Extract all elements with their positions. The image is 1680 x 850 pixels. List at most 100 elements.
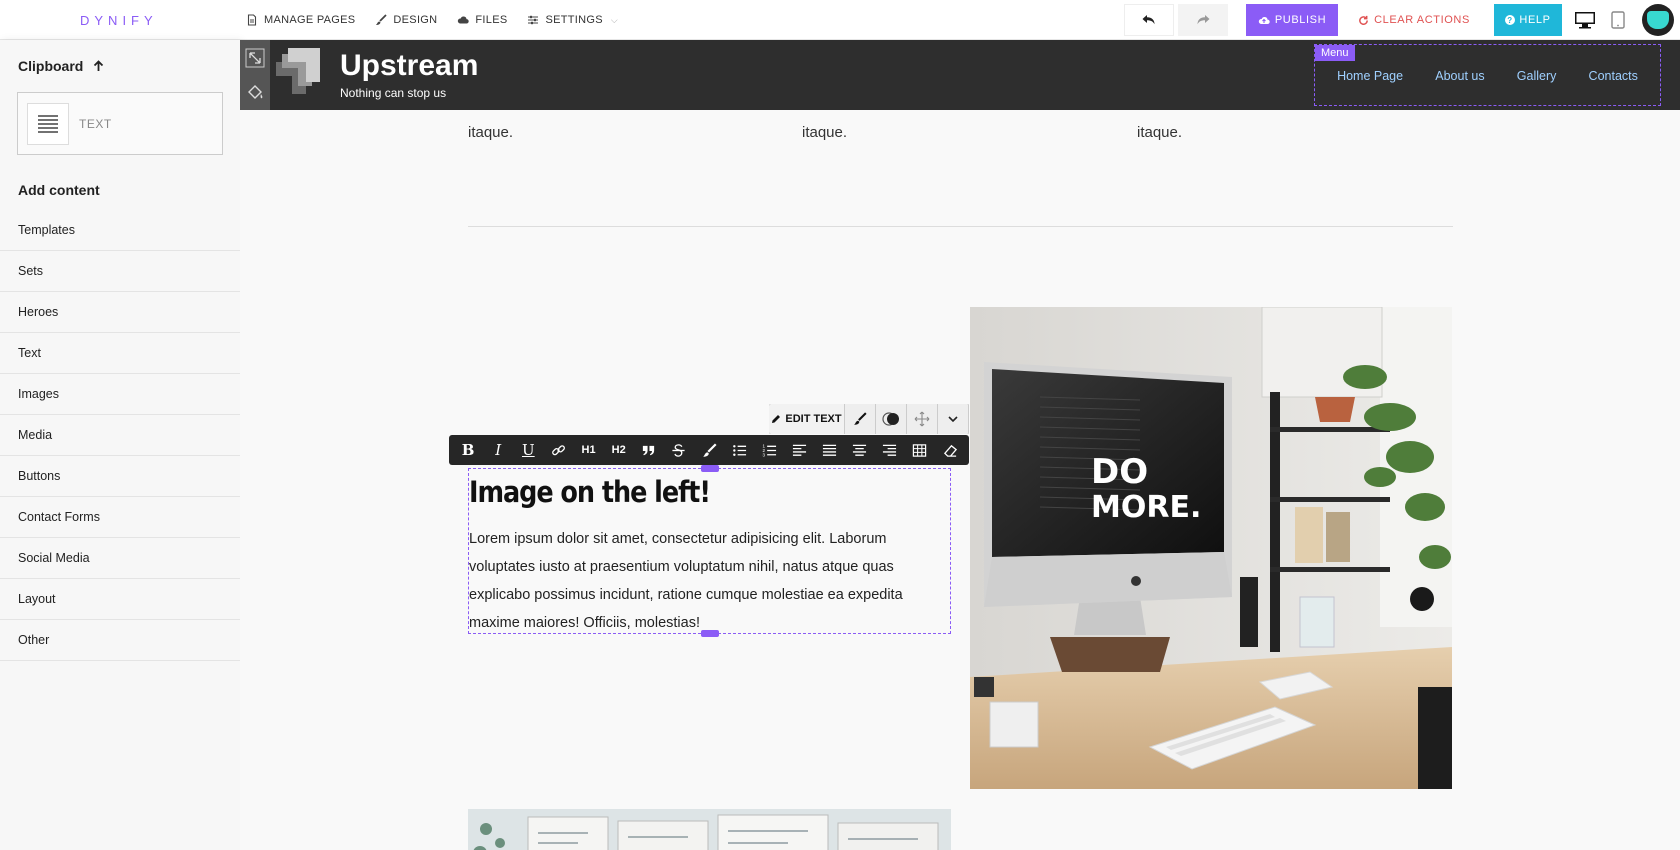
- link-button[interactable]: [543, 435, 573, 465]
- italic-icon: I: [495, 441, 502, 459]
- menu-link-about[interactable]: About us: [1435, 69, 1484, 83]
- sidebar-item-templates[interactable]: Templates: [0, 210, 240, 251]
- italic-button[interactable]: I: [483, 435, 513, 465]
- clipboard-item-text[interactable]: TEXT: [17, 92, 223, 155]
- app-brand[interactable]: DYNIFY: [80, 13, 158, 28]
- svg-text:?: ?: [1508, 16, 1514, 25]
- redo-button[interactable]: [1178, 4, 1228, 36]
- sidebar-item-sets[interactable]: Sets: [0, 251, 240, 292]
- menu-link-contacts[interactable]: Contacts: [1589, 69, 1638, 83]
- design-button[interactable]: DESIGN: [375, 14, 437, 26]
- site-logo: [276, 48, 320, 94]
- chevron-down-icon: ⌵: [610, 14, 619, 25]
- strikethrough-button[interactable]: [664, 435, 694, 465]
- more-options-button[interactable]: [938, 404, 969, 434]
- publish-button[interactable]: PUBLISH: [1246, 4, 1338, 36]
- column-text-2[interactable]: itaque.: [802, 124, 847, 141]
- bold-icon: B: [461, 441, 475, 459]
- column-text-3[interactable]: itaque.: [1137, 124, 1182, 141]
- site-title[interactable]: Upstream: [340, 49, 478, 83]
- menu-block[interactable]: Menu Home Page About us Gallery Contacts: [1314, 44, 1661, 106]
- sidebar-item-other[interactable]: Other: [0, 620, 240, 661]
- redo-icon: [1197, 15, 1210, 25]
- justify-button[interactable]: [815, 435, 845, 465]
- sidebar-item-social-media[interactable]: Social Media: [0, 538, 240, 579]
- bullet-list-button[interactable]: [724, 435, 754, 465]
- style-button[interactable]: [845, 404, 876, 434]
- avatar-face: [1647, 11, 1669, 29]
- clear-format-button[interactable]: [935, 435, 965, 465]
- drag-handle-bottom[interactable]: [701, 630, 719, 637]
- site-tagline[interactable]: Nothing can stop us: [340, 86, 446, 100]
- sidebar-item-contact-forms[interactable]: Contact Forms: [0, 497, 240, 538]
- table-icon: [913, 443, 927, 457]
- align-center-button[interactable]: [845, 435, 875, 465]
- design-label: DESIGN: [393, 14, 438, 26]
- edit-text-button[interactable]: EDIT TEXT: [769, 404, 845, 434]
- tablet-view-button[interactable]: [1608, 4, 1628, 36]
- next-section-photo[interactable]: [468, 809, 951, 850]
- undo-button[interactable]: [1124, 4, 1174, 36]
- help-label: HELP: [1519, 14, 1551, 26]
- files-button[interactable]: FILES: [457, 14, 507, 26]
- h1-icon: H1: [581, 444, 596, 456]
- resize-icon[interactable]: [245, 48, 265, 68]
- desk-photo[interactable]: DO MORE.: [970, 307, 1452, 789]
- align-right-button[interactable]: [875, 435, 905, 465]
- settings-button[interactable]: SETTINGS ⌵: [527, 14, 618, 26]
- clear-actions-button[interactable]: CLEAR ACTIONS: [1350, 4, 1478, 36]
- menu-links: Home Page About us Gallery Contacts: [1315, 69, 1660, 83]
- brush-icon: [702, 442, 717, 457]
- menu-link-home[interactable]: Home Page: [1337, 69, 1403, 83]
- pencil-icon: [772, 415, 781, 423]
- link-icon: [552, 444, 565, 455]
- menu-link-gallery[interactable]: Gallery: [1517, 69, 1557, 83]
- sidebar-item-text[interactable]: Text: [0, 333, 240, 374]
- underline-button[interactable]: U: [513, 435, 543, 465]
- quote-button[interactable]: [634, 435, 664, 465]
- arrow-up-icon[interactable]: [93, 60, 104, 72]
- column-text-1[interactable]: itaque.: [468, 124, 513, 141]
- publish-label: PUBLISH: [1274, 14, 1327, 26]
- contrast-icon: [882, 412, 899, 426]
- section-heading[interactable]: Image on the left!: [469, 475, 711, 509]
- manage-pages-label: MANAGE PAGES: [264, 14, 356, 26]
- table-button[interactable]: [905, 435, 935, 465]
- top-bar: DYNIFY MANAGE PAGES DESIGN FILES SETTING…: [0, 0, 1680, 40]
- text-color-button[interactable]: [694, 435, 724, 465]
- bold-button[interactable]: B: [453, 435, 483, 465]
- align-right-icon: [883, 444, 897, 456]
- settings-label: SETTINGS: [545, 14, 603, 26]
- desktop-view-button[interactable]: [1572, 4, 1598, 36]
- h1-button[interactable]: H1: [574, 435, 604, 465]
- sliders-icon: [528, 15, 539, 25]
- whiteboard-photo-image: [468, 809, 951, 850]
- desk-photo-image: DO MORE.: [970, 307, 1452, 789]
- top-nav: MANAGE PAGES DESIGN FILES SETTINGS ⌵: [246, 0, 618, 40]
- sidebar-item-buttons[interactable]: Buttons: [0, 456, 240, 497]
- quote-icon: [643, 445, 655, 455]
- paint-bucket-icon[interactable]: [245, 83, 265, 103]
- sidebar-item-heroes[interactable]: Heroes: [0, 292, 240, 333]
- sidebar-item-media[interactable]: Media: [0, 415, 240, 456]
- contrast-button[interactable]: [876, 404, 907, 434]
- add-content-title: Add content: [18, 182, 100, 198]
- desktop-icon: [1575, 12, 1595, 29]
- sidebar-item-layout[interactable]: Layout: [0, 579, 240, 620]
- drag-handle-top[interactable]: [701, 465, 719, 472]
- move-button[interactable]: [907, 404, 938, 434]
- section-body[interactable]: Lorem ipsum dolor sit amet, consectetur …: [469, 525, 939, 637]
- user-avatar[interactable]: [1642, 4, 1674, 36]
- help-button[interactable]: ? HELP: [1494, 4, 1562, 36]
- eraser-icon: [943, 444, 957, 457]
- brush-icon: [376, 14, 388, 25]
- align-justify-icon: [823, 444, 837, 456]
- text-block[interactable]: Image on the left! Lorem ipsum dolor sit…: [468, 465, 951, 637]
- menu-tag: Menu: [1315, 45, 1355, 61]
- numbered-list-button[interactable]: 123: [754, 435, 784, 465]
- site-header[interactable]: Upstream Nothing can stop us Menu Home P…: [240, 40, 1680, 110]
- h2-button[interactable]: H2: [604, 435, 634, 465]
- sidebar-item-images[interactable]: Images: [0, 374, 240, 415]
- manage-pages-button[interactable]: MANAGE PAGES: [246, 14, 355, 26]
- align-left-button[interactable]: [784, 435, 814, 465]
